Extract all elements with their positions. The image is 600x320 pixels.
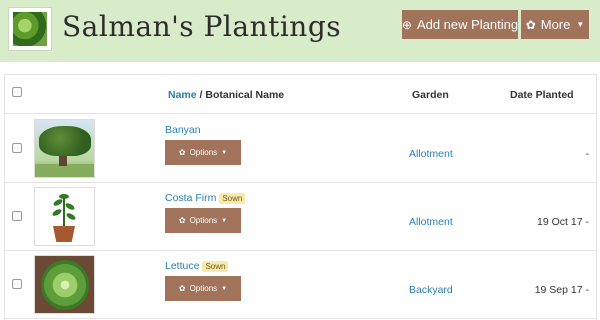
options-label: Options xyxy=(189,148,218,157)
status-badge: Sown xyxy=(219,192,246,204)
table-row: Costa Firm Sown ✿ Options ▼ Allotment 19… xyxy=(5,182,596,251)
planting-thumbnail[interactable] xyxy=(34,119,95,178)
plant-leaf xyxy=(65,211,77,222)
planting-name-link[interactable]: Lettuce xyxy=(165,260,199,272)
page-header: Salman's Plantings ⊕ Add new Planting ✿ … xyxy=(0,0,600,62)
date-planted: 19 Sep 17 - xyxy=(534,284,589,296)
garden-column-header: Garden xyxy=(412,89,449,101)
garden-link[interactable]: Allotment xyxy=(409,148,453,160)
plant-pot xyxy=(53,226,75,242)
more-label: More xyxy=(540,17,571,32)
caret-down-icon: ▼ xyxy=(221,149,228,156)
planting-name-cell: Banyan xyxy=(165,124,201,136)
add-planting-label: Add new Planting xyxy=(416,17,519,32)
leaf-image xyxy=(13,12,47,46)
name-column-header: Name / Botanical Name xyxy=(168,89,284,101)
plant-stem xyxy=(63,198,65,228)
status-badge: Sown xyxy=(202,260,229,272)
tree-canopy xyxy=(39,126,91,156)
options-label: Options xyxy=(189,284,218,293)
tree-ground xyxy=(35,164,94,177)
planting-thumbnail[interactable] xyxy=(34,255,95,314)
row-checkbox[interactable] xyxy=(12,211,22,221)
more-button[interactable]: ✿ More ▼ xyxy=(521,10,589,39)
caret-down-icon: ▼ xyxy=(576,20,585,29)
plant-leaf xyxy=(51,207,63,218)
gear-icon: ✿ xyxy=(178,148,186,157)
options-button[interactable]: ✿ Options ▼ xyxy=(165,140,241,165)
gear-icon: ✿ xyxy=(178,216,186,225)
plus-circle-icon: ⊕ xyxy=(401,17,412,32)
planting-name-link[interactable]: Costa Firm xyxy=(165,192,216,204)
caret-down-icon: ▼ xyxy=(221,217,228,224)
table-header: Name / Botanical Name Garden Date Plante… xyxy=(5,75,596,114)
garden-link[interactable]: Allotment xyxy=(409,216,453,228)
garden-avatar xyxy=(8,7,52,51)
options-button[interactable]: ✿ Options ▼ xyxy=(165,276,241,301)
planting-name-cell: Costa Firm Sown xyxy=(165,192,246,204)
plant-leaf xyxy=(64,201,76,212)
gear-icon: ✿ xyxy=(178,284,186,293)
row-checkbox[interactable] xyxy=(12,143,22,153)
gear-icon: ✿ xyxy=(525,17,536,32)
row-checkbox[interactable] xyxy=(12,279,22,289)
planting-thumbnail[interactable] xyxy=(34,187,95,246)
planting-name-link[interactable]: Banyan xyxy=(165,124,201,136)
add-planting-button[interactable]: ⊕ Add new Planting xyxy=(402,10,518,39)
select-all-checkbox[interactable] xyxy=(12,87,22,97)
table-row: Lettuce Sown ✿ Options ▼ Backyard 19 Sep… xyxy=(5,250,596,319)
date-planted: 19 Oct 17 - xyxy=(537,216,589,228)
botanical-name-header: Botanical Name xyxy=(205,89,285,101)
garden-link[interactable]: Backyard xyxy=(409,284,453,296)
plant-leaf xyxy=(52,197,64,208)
caret-down-icon: ▼ xyxy=(221,285,228,292)
sort-by-name-link[interactable]: Name xyxy=(168,89,197,101)
plant-leaf xyxy=(59,194,69,199)
date-column-header: Date Planted xyxy=(510,89,574,101)
table-row: Banyan ✿ Options ▼ Allotment - xyxy=(5,114,596,183)
page-title: Salman's Plantings xyxy=(62,10,342,43)
plantings-table: Name / Botanical Name Garden Date Plante… xyxy=(4,74,597,320)
date-planted: - xyxy=(585,148,590,160)
options-label: Options xyxy=(189,216,218,225)
lettuce-image xyxy=(41,260,89,310)
planting-name-cell: Lettuce Sown xyxy=(165,260,229,272)
options-button[interactable]: ✿ Options ▼ xyxy=(165,208,241,233)
